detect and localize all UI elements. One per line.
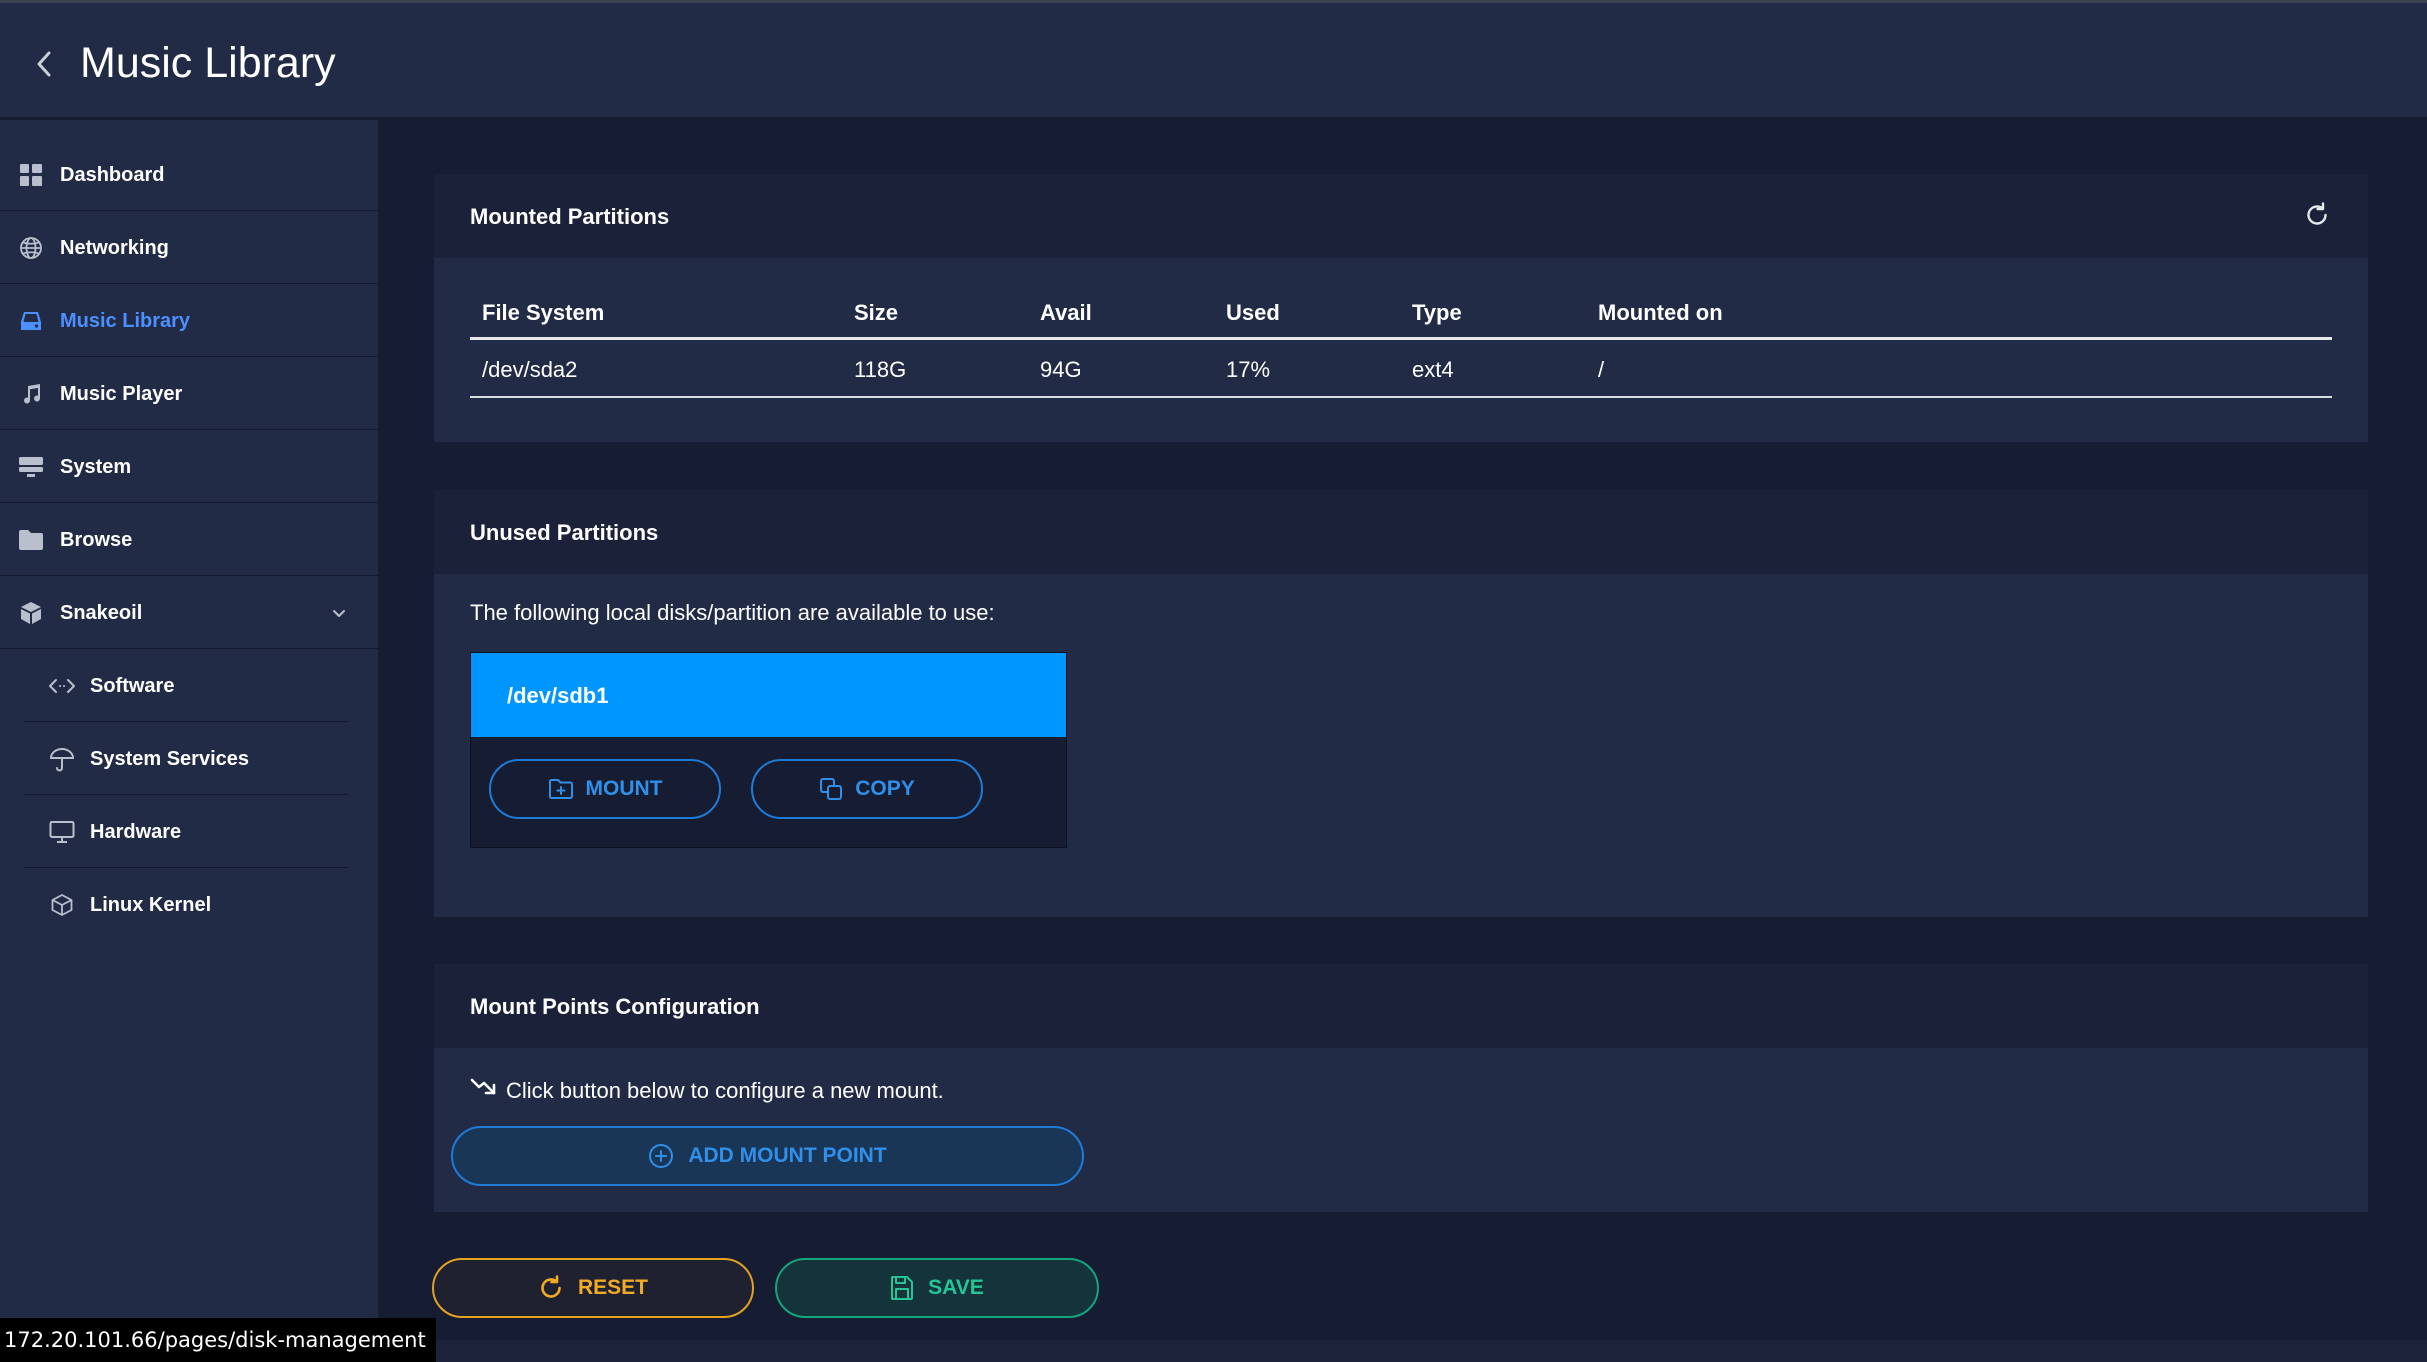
partition-name-bar: /dev/sdb1 (471, 653, 1066, 737)
partition-card: /dev/sdb1 MOUNT COPY (470, 652, 1067, 848)
partitions-table: File System Size Avail Used Type Mounted… (470, 282, 2332, 398)
monitor-stack-icon (18, 454, 44, 480)
mount-button-label: MOUNT (585, 777, 663, 800)
save-icon (891, 1276, 914, 1300)
sidebar-item-label: Hardware (90, 821, 182, 843)
folder-plus-icon (548, 779, 573, 799)
sidebar-item-dashboard[interactable]: Dashboard (0, 138, 378, 211)
table-cell: ext4 (1412, 357, 1454, 382)
sidebar-item-label: Software (90, 675, 175, 697)
sidebar-item-label: Snakeoil (60, 602, 143, 624)
partition-name: /dev/sdb1 (507, 683, 609, 708)
sidebar-subitem-linux-kernel[interactable]: Linux Kernel (24, 868, 348, 941)
sidebar: Dashboard Networking Music Library Music… (0, 120, 378, 1362)
refresh-button[interactable] (2302, 200, 2332, 230)
unused-partitions-card: Unused Partitions The following local di… (434, 490, 2368, 917)
arrow-down-right-icon (470, 1078, 496, 1095)
sidebar-item-snakeoil[interactable]: Snakeoil (0, 576, 378, 649)
sidebar-item-label: Networking (60, 237, 169, 259)
table-cell: 94G (1040, 357, 1082, 382)
table-cell: /dev/sda2 (482, 357, 578, 382)
card-header: Mount Points Configuration (434, 964, 2368, 1048)
sidebar-item-label: Linux Kernel (90, 894, 212, 916)
chevron-left-icon (37, 51, 51, 77)
card-title: Mounted Partitions (470, 204, 670, 229)
sidebar-subitem-software[interactable]: Software (24, 649, 348, 722)
status-bar-url: 172.20.101.66/pages/disk-management (0, 1318, 436, 1362)
sidebar-subitem-system-services[interactable]: System Services (24, 722, 348, 795)
sidebar-item-networking[interactable]: Networking (0, 211, 378, 284)
music-note-icon (18, 381, 44, 407)
save-button-label: SAVE (928, 1276, 984, 1299)
sidebar-item-label: System Services (90, 748, 250, 770)
drive-icon (18, 308, 44, 334)
card-title: Unused Partitions (470, 520, 659, 545)
sidebar-item-browse[interactable]: Browse (0, 503, 378, 576)
copy-icon (820, 778, 843, 800)
table-row: /dev/sda2 118G 94G 17% ext4 / (470, 340, 2332, 398)
table-cell: 118G (854, 357, 907, 382)
sidebar-item-music-library[interactable]: Music Library (0, 284, 378, 357)
page-title: Music Library (80, 39, 336, 87)
unused-description: The following local disks/partition are … (470, 600, 995, 625)
sidebar-item-label: Music Library (60, 310, 191, 332)
globe-icon (18, 235, 44, 261)
monitor-icon (49, 819, 75, 845)
box-icon (49, 892, 75, 918)
add-mount-point-label: ADD MOUNT POINT (688, 1144, 887, 1167)
sidebar-item-label: Dashboard (60, 164, 165, 186)
mount-button[interactable]: MOUNT (489, 759, 721, 819)
sidebar-item-label: Music Player (60, 383, 183, 405)
sidebar-item-label: Browse (60, 529, 133, 551)
refresh-icon (541, 1275, 561, 1298)
app-header: Music Library (0, 0, 2427, 117)
column-header: Avail (1040, 300, 1092, 325)
refresh-icon (2307, 202, 2327, 225)
card-header: Unused Partitions (434, 490, 2368, 574)
column-header: File System (482, 300, 605, 325)
reset-button[interactable]: RESET (432, 1258, 754, 1318)
umbrella-icon (49, 746, 75, 772)
column-header: Size (854, 300, 899, 325)
reset-button-label: RESET (577, 1276, 648, 1299)
cube-icon (18, 600, 44, 626)
card-title: Mount Points Configuration (470, 994, 760, 1019)
card-header: Mounted Partitions (434, 174, 2368, 258)
folder-icon (18, 527, 44, 553)
sidebar-subitem-hardware[interactable]: Hardware (24, 795, 348, 868)
save-button[interactable]: SAVE (775, 1258, 1099, 1318)
mount-points-card: Mount Points Configuration Click button … (434, 964, 2368, 1212)
table-cell: 17% (1226, 357, 1271, 382)
copy-button-label: COPY (855, 777, 915, 800)
sidebar-item-label: System (60, 456, 132, 478)
table-header-row: File System Size Avail Used Type Mounted… (470, 282, 2332, 340)
bottom-strip (378, 1340, 2427, 1362)
add-mount-point-button[interactable]: ADD MOUNT POINT (451, 1126, 1084, 1186)
chevron-down-icon[interactable] (330, 604, 348, 622)
column-header: Used (1226, 300, 1280, 325)
column-header: Mounted on (1598, 300, 1723, 325)
back-button[interactable] (30, 47, 58, 81)
code-icon (49, 673, 75, 699)
copy-button[interactable]: COPY (751, 759, 983, 819)
grid-icon (18, 162, 44, 188)
mount-points-hint: Click button below to configure a new mo… (506, 1078, 944, 1103)
table-cell: / (1598, 357, 1605, 382)
sidebar-item-system[interactable]: System (0, 430, 378, 503)
sidebar-item-music-player[interactable]: Music Player (0, 357, 378, 430)
mounted-partitions-card: Mounted Partitions File System Size Avai… (434, 174, 2368, 442)
column-header: Type (1412, 300, 1462, 325)
plus-circle-icon (649, 1144, 674, 1168)
